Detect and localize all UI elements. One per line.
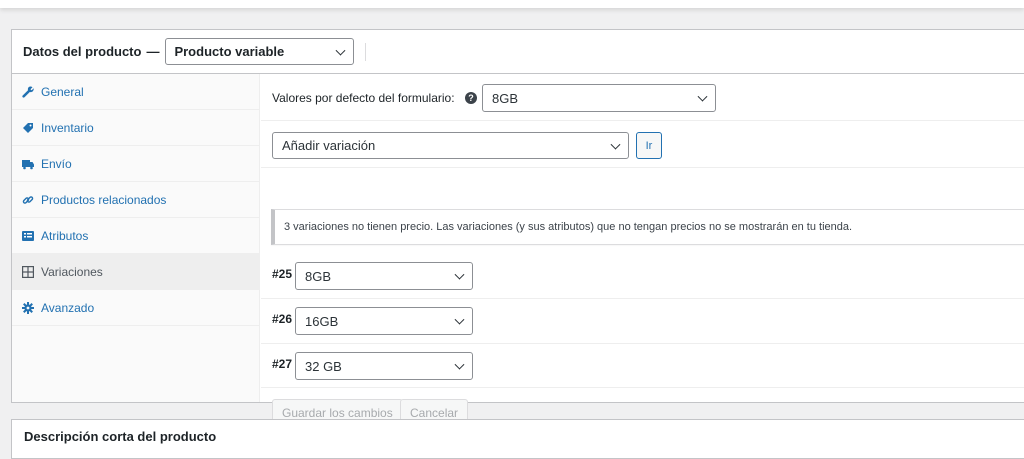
list-icon bbox=[22, 230, 34, 242]
chevron-down-icon bbox=[697, 91, 708, 102]
add-variation-select[interactable]: Añadir variación bbox=[272, 132, 629, 159]
wrench-icon bbox=[22, 86, 34, 98]
variation-attribute-select[interactable]: 32 GB bbox=[295, 352, 473, 380]
chevron-down-icon bbox=[454, 269, 465, 280]
panel-title: Datos del producto bbox=[23, 44, 142, 59]
variation-value: 32 GB bbox=[305, 358, 342, 374]
variation-id: #27 bbox=[272, 357, 293, 371]
tab-productos-relacionados[interactable]: Productos relacionados bbox=[12, 182, 260, 218]
product-data-panel: Datos del producto — Producto variable G… bbox=[11, 29, 1024, 426]
gear-icon bbox=[22, 301, 34, 314]
default-value: 8GB bbox=[492, 90, 519, 106]
variation-value: 16GB bbox=[305, 313, 339, 329]
divider bbox=[365, 42, 367, 61]
panel-title-dash: — bbox=[146, 44, 160, 59]
tab-atributos[interactable]: Atributos bbox=[12, 218, 260, 254]
product-type-select[interactable]: Producto variable bbox=[165, 38, 355, 65]
tab-general[interactable]: General bbox=[12, 74, 260, 110]
tab-label: Variaciones bbox=[41, 264, 103, 279]
short-description-panel: Descripción corta del producto bbox=[11, 419, 1024, 459]
panel-header: Datos del producto — Producto variable bbox=[12, 30, 1024, 74]
default-value-select[interactable]: 8GB bbox=[482, 84, 716, 112]
defaults-row: Valores por defecto del formulario: ? 8G… bbox=[261, 74, 1024, 121]
variation-row: #25 8GB bbox=[261, 254, 1024, 299]
chevron-down-icon bbox=[454, 314, 465, 325]
product-data-tabs: General Inventario Envío Productos relac… bbox=[12, 74, 260, 402]
chevron-down-icon bbox=[336, 45, 346, 56]
variations-panel: Valores por defecto del formulario: ? 8G… bbox=[261, 74, 1024, 426]
tab-variaciones[interactable]: Variaciones bbox=[12, 254, 260, 290]
chevron-down-icon bbox=[454, 359, 465, 370]
variation-attribute-select[interactable]: 8GB bbox=[295, 262, 473, 290]
tab-inventario[interactable]: Inventario bbox=[12, 110, 260, 146]
tab-label: Productos relacionados bbox=[41, 192, 167, 207]
tab-label: Atributos bbox=[41, 228, 89, 243]
truck-icon bbox=[22, 158, 34, 170]
variation-id: #26 bbox=[272, 312, 293, 326]
add-variation-row: Añadir variación Ir bbox=[261, 121, 1024, 168]
variation-row: #26 16GB bbox=[261, 299, 1024, 344]
no-price-notice: 3 variaciones no tienen precio. Las vari… bbox=[271, 209, 1024, 245]
variation-id: #25 bbox=[272, 267, 293, 281]
tab-envio[interactable]: Envío bbox=[12, 146, 260, 182]
variation-attribute-select[interactable]: 16GB bbox=[295, 307, 473, 335]
add-variation-value: Añadir variación bbox=[282, 138, 376, 153]
variation-value: 8GB bbox=[305, 268, 332, 284]
tag-icon bbox=[22, 122, 34, 134]
product-type-value: Producto variable bbox=[174, 44, 285, 59]
tab-label: Envío bbox=[41, 156, 72, 171]
tab-avanzado[interactable]: Avanzado bbox=[12, 290, 260, 326]
go-button[interactable]: Ir bbox=[636, 132, 662, 159]
chevron-down-icon bbox=[610, 139, 621, 150]
grid-icon bbox=[22, 265, 34, 278]
variation-row: #27 32 GB bbox=[261, 344, 1024, 388]
tab-label: Inventario bbox=[41, 120, 94, 135]
top-bar bbox=[0, 0, 1024, 8]
short-description-title: Descripción corta del producto bbox=[24, 429, 217, 444]
link-icon bbox=[22, 194, 34, 206]
tab-label: General bbox=[41, 84, 84, 99]
help-icon[interactable]: ? bbox=[465, 92, 477, 104]
defaults-label: Valores por defecto del formulario: bbox=[272, 91, 455, 105]
tab-label: Avanzado bbox=[41, 300, 95, 315]
